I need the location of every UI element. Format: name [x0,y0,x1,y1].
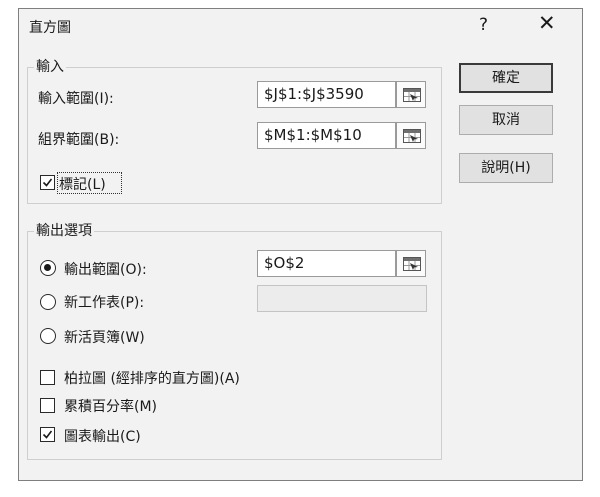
cancel-button[interactable]: 取消 [459,105,553,135]
output-range-ref-button[interactable] [396,250,426,277]
input-range-ref-button[interactable] [396,81,426,108]
chart-output-checkbox[interactable] [40,427,55,442]
new-worksheet-label[interactable]: 新工作表(P): [64,292,144,312]
output-range-label[interactable]: 輸出範圍(O): [64,259,147,279]
pareto-checkbox[interactable] [40,370,55,385]
new-worksheet-radio[interactable] [40,294,56,310]
output-range-radio[interactable] [40,260,56,276]
new-workbook-label[interactable]: 新活頁簿(W) [64,327,145,347]
cumulative-percentage-checkbox[interactable] [40,398,55,413]
range-select-icon [403,129,421,143]
labels-checkbox[interactable] [40,175,55,190]
title-bar: 直方圖 ? ✕ [19,9,582,45]
histogram-dialog: 直方圖 ? ✕ 輸入 輸入範圍(I): $J$1:$J$3590 組界範圍(B)… [18,8,583,481]
output-range-field[interactable]: $O$2 [257,250,396,277]
bin-range-field[interactable]: $M$1:$M$10 [257,122,396,149]
range-select-icon [403,257,421,271]
pareto-label[interactable]: 柏拉圖 (經排序的直方圖)(A) [64,368,240,388]
input-range-field[interactable]: $J$1:$J$3590 [257,81,396,108]
input-range-label: 輸入範圍(I): [38,91,114,107]
labels-checkbox-label[interactable]: 標記(L) [59,174,106,194]
cumulative-percentage-label[interactable]: 累積百分率(M) [64,396,157,416]
range-select-icon [403,88,421,102]
dialog-title: 直方圖 [29,20,71,36]
close-icon[interactable]: ✕ [538,13,556,34]
bin-range-label: 組界範圍(B): [38,132,120,148]
input-group-label: 輸入 [34,56,66,76]
new-workbook-radio[interactable] [40,328,56,344]
checkmark-icon [42,178,53,187]
bin-range-ref-button[interactable] [396,122,426,149]
help-icon[interactable]: ? [479,15,488,35]
new-worksheet-field[interactable] [257,285,427,312]
help-button[interactable]: 說明(H) [459,153,553,183]
output-group-label: 輸出選項 [34,220,94,240]
ok-button[interactable]: 確定 [459,63,553,93]
checkmark-icon [42,430,53,439]
chart-output-label[interactable]: 圖表輸出(C) [64,426,141,446]
